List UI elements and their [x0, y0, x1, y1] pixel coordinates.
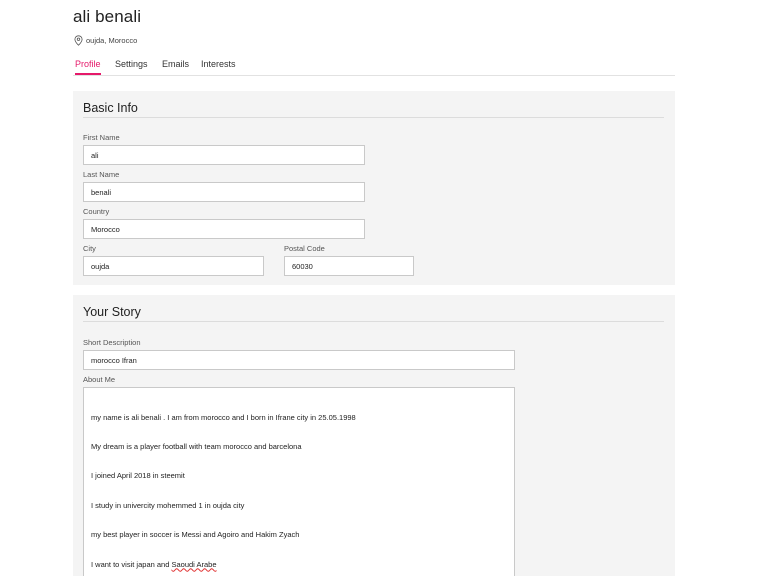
tab-interests[interactable]: Interests: [201, 56, 236, 74]
about-me-line-text: I want to visit japan and: [91, 559, 172, 569]
city-label: City: [83, 244, 96, 253]
about-me-line: I joined April 2018 in steemit: [91, 471, 185, 481]
city-input[interactable]: [83, 256, 264, 276]
about-me-line: I study in univercity mohemmed 1 in oujd…: [91, 500, 245, 510]
tab-emails[interactable]: Emails: [162, 56, 189, 74]
first-name-label: First Name: [83, 133, 120, 142]
first-name-input[interactable]: [83, 145, 365, 165]
short-description-input[interactable]: [83, 350, 515, 370]
location-text: oujda, Morocco: [86, 36, 138, 45]
postal-code-input[interactable]: [284, 256, 414, 276]
tab-settings[interactable]: Settings: [115, 56, 148, 74]
profile-page: ali benali oujda, Morocco Profile Settin…: [0, 0, 768, 576]
basic-info-title: Basic Info: [83, 101, 664, 118]
spellcheck-flagged-text: Saoudi Arabe: [171, 559, 217, 569]
profile-tabs: Profile Settings Emails Interests: [73, 56, 675, 76]
postal-code-label: Postal Code: [284, 244, 325, 253]
your-story-section: Your Story Short Description About Me my…: [73, 295, 675, 576]
about-me-line: my best player in soccer is Messi and Ag…: [91, 530, 300, 540]
last-name-input[interactable]: [83, 182, 365, 202]
country-label: Country: [83, 207, 110, 216]
map-pin-icon: [74, 35, 83, 46]
last-name-label: Last Name: [83, 170, 120, 179]
tab-profile[interactable]: Profile: [75, 56, 101, 75]
about-me-line: My dream is a player football with team …: [91, 441, 302, 451]
basic-info-section: Basic Info First Name Last Name Country …: [73, 91, 675, 285]
short-description-label: Short Description: [83, 338, 141, 347]
profile-location: oujda, Morocco: [74, 35, 137, 46]
about-me-line: my name is ali benali . I am from morocc…: [91, 412, 356, 422]
about-me-textarea[interactable]: my name is ali benali . I am from morocc…: [83, 387, 515, 576]
country-input[interactable]: [83, 219, 365, 239]
about-me-line: I want to visit japan and Saoudi Arabe: [91, 560, 507, 570]
profile-name: ali benali: [73, 7, 142, 26]
about-me-label: About Me: [83, 375, 116, 384]
your-story-title: Your Story: [83, 305, 664, 322]
